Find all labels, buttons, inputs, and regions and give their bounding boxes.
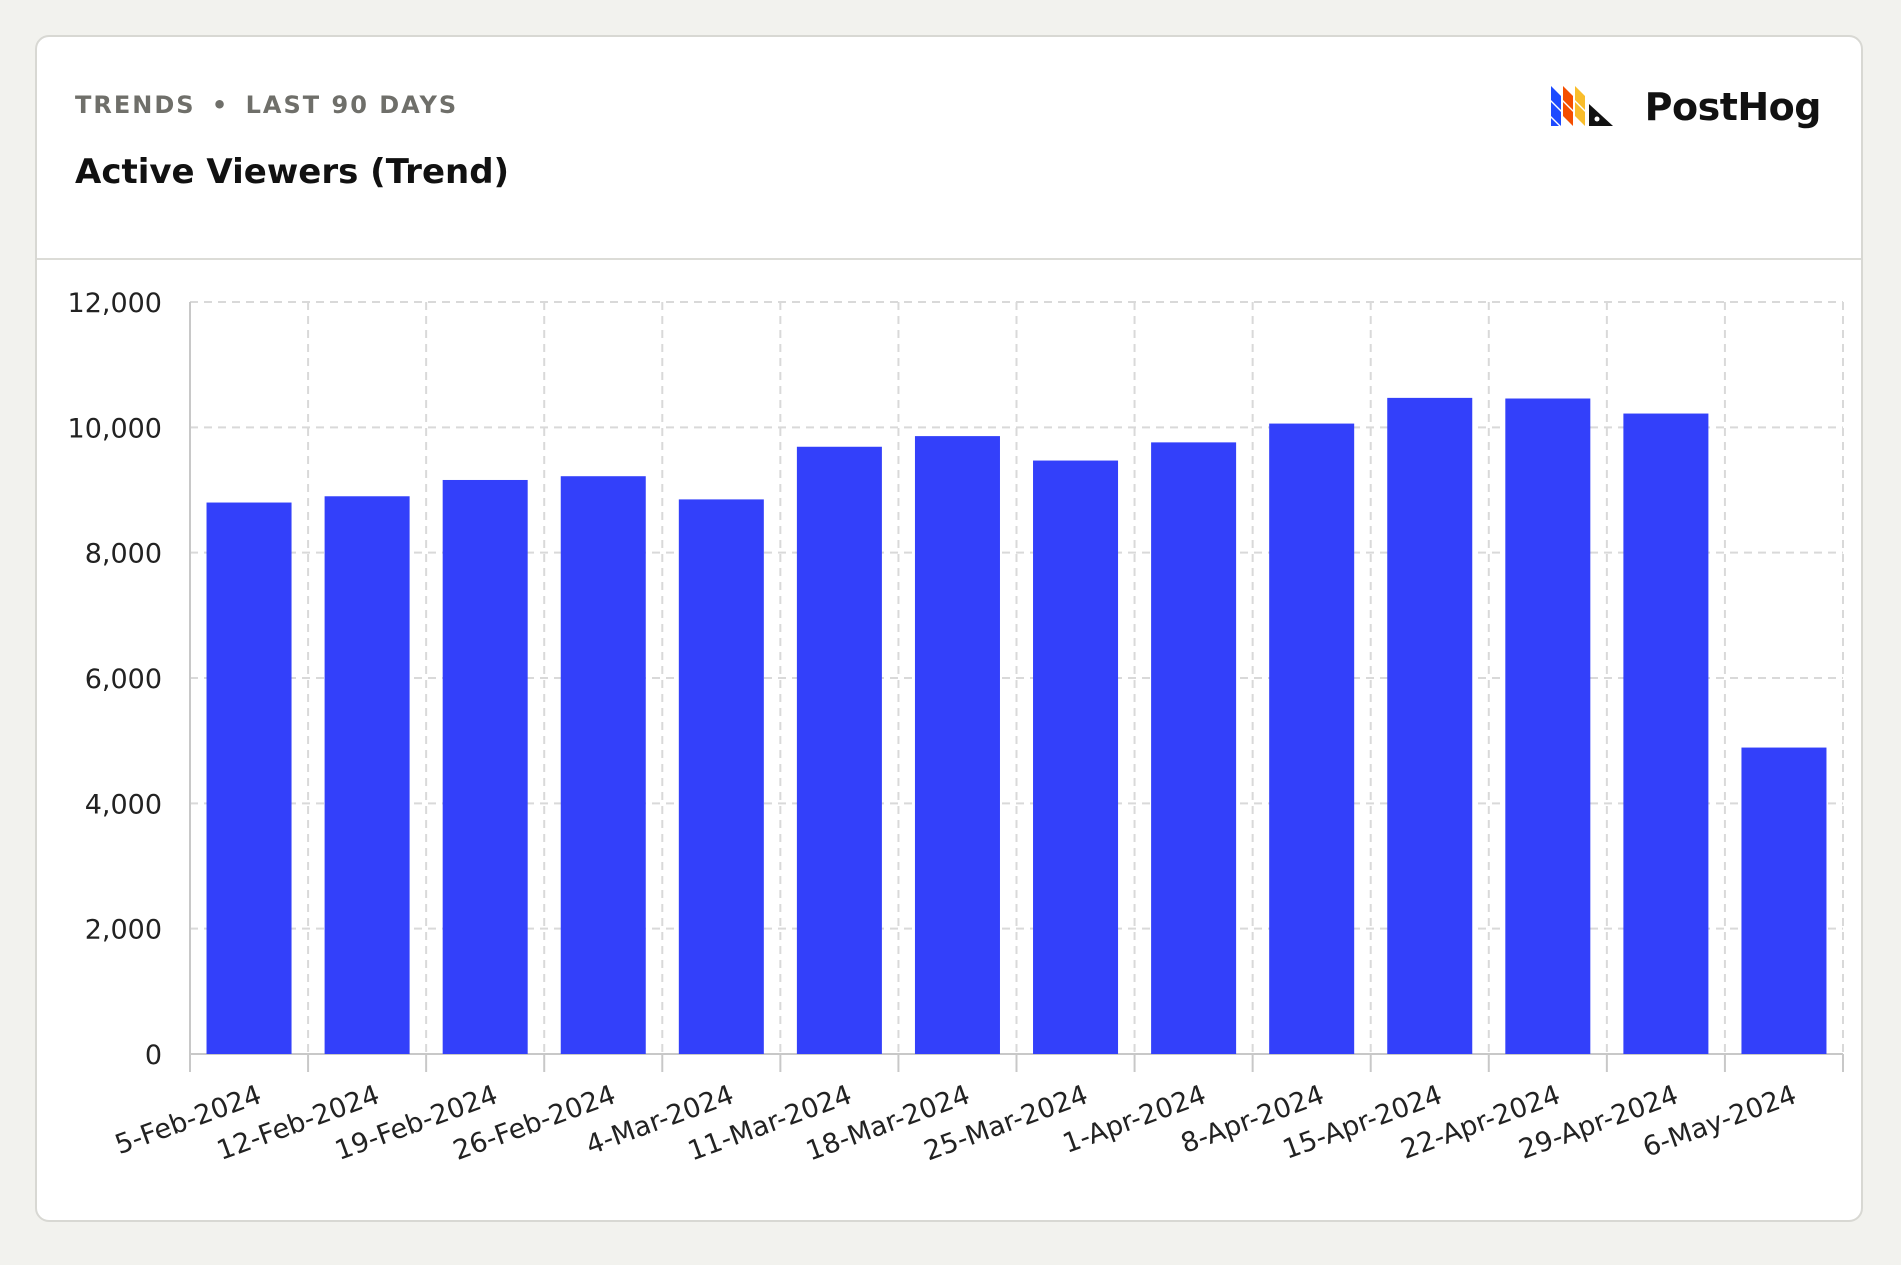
bar (1387, 397, 1473, 1054)
y-tick-label: 6,000 (85, 664, 162, 695)
bar (206, 502, 292, 1054)
y-tick-label: 2,000 (85, 915, 162, 946)
bar (914, 436, 1000, 1054)
y-tick-label: 4,000 (85, 789, 162, 820)
y-tick-label: 10,000 (68, 413, 162, 444)
y-tick-label: 8,000 (85, 539, 162, 570)
bar (1741, 747, 1827, 1054)
bar (1505, 398, 1591, 1054)
bar (678, 499, 764, 1054)
bar (796, 446, 882, 1054)
bar (442, 479, 528, 1054)
bar-chart: 02,0004,0006,0008,00010,00012,0005-Feb-2… (68, 288, 1844, 1167)
bar (1269, 423, 1355, 1054)
bar (324, 496, 410, 1054)
y-tick-label: 0 (145, 1040, 162, 1071)
bar (1033, 460, 1119, 1055)
bar (1623, 413, 1709, 1055)
bar (1151, 442, 1237, 1055)
chart-area: 0 2,000 4,000 6,000 8,000 10,000 12,000 5-Feb-2… (0, 0, 1901, 1265)
y-tick-label: 12,000 (68, 288, 162, 319)
bar (560, 476, 646, 1054)
